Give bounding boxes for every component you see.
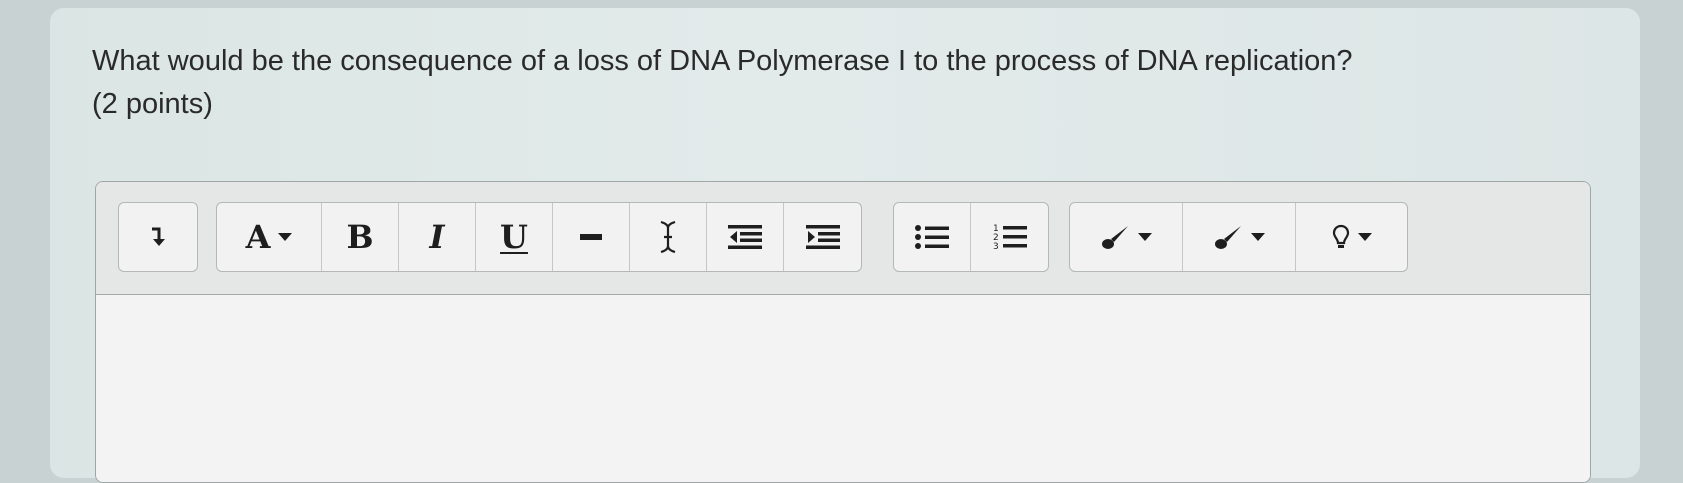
toolbar-group-insert (118, 202, 198, 272)
lightbulb-icon (1332, 224, 1350, 250)
underline-icon: U (500, 218, 528, 256)
font-icon: A (245, 218, 271, 256)
bullet-list-icon (915, 225, 949, 249)
rich-text-editor: A B I U 1 2 3 (95, 181, 1591, 483)
chevron-down-icon (1251, 233, 1265, 241)
numbered-list-icon: 123 (993, 223, 1027, 251)
toolbar-group-color (1069, 202, 1408, 272)
text-color-brush-icon (1100, 224, 1130, 250)
answer-text-area[interactable] (96, 295, 1590, 482)
question-text: What would be the consequence of a loss … (92, 40, 1612, 126)
question-points: (2 points) (92, 88, 213, 120)
font-button[interactable]: A (217, 203, 322, 271)
outdent-button[interactable] (707, 203, 784, 271)
toolbar-group-format: A B I U (216, 202, 862, 272)
italic-icon: I (429, 218, 445, 256)
toolbar-group-lists: 123 (893, 202, 1049, 272)
underline-button[interactable]: U (476, 203, 553, 271)
bullet-list-button[interactable] (894, 203, 971, 271)
highlight-brush-icon (1213, 224, 1243, 250)
text-cursor-icon (659, 220, 677, 254)
italic-button[interactable]: I (399, 203, 476, 271)
insert-button[interactable] (119, 203, 197, 271)
chevron-down-icon (1357, 233, 1372, 241)
strikethrough-icon (580, 233, 602, 241)
indent-icon (805, 225, 840, 249)
editor-toolbar: A B I U 1 2 3 (96, 182, 1590, 295)
numbered-list-button[interactable]: 123 (971, 203, 1048, 271)
svg-text:3: 3 (993, 242, 999, 251)
indent-button[interactable] (784, 203, 861, 271)
strikethrough-button[interactable] (553, 203, 630, 271)
bold-icon: B (346, 218, 374, 256)
outdent-icon (728, 225, 762, 249)
insert-options-button[interactable] (1296, 203, 1407, 271)
insert-arrow-icon (149, 226, 167, 248)
chevron-down-icon (1138, 233, 1152, 241)
highlight-color-button[interactable] (1183, 203, 1296, 271)
chevron-down-icon (278, 233, 293, 241)
text-color-button[interactable] (1070, 203, 1183, 271)
bold-button[interactable]: B (322, 203, 399, 271)
text-cursor-button[interactable] (630, 203, 707, 271)
question-line-1: What would be the consequence of a loss … (92, 45, 1353, 77)
